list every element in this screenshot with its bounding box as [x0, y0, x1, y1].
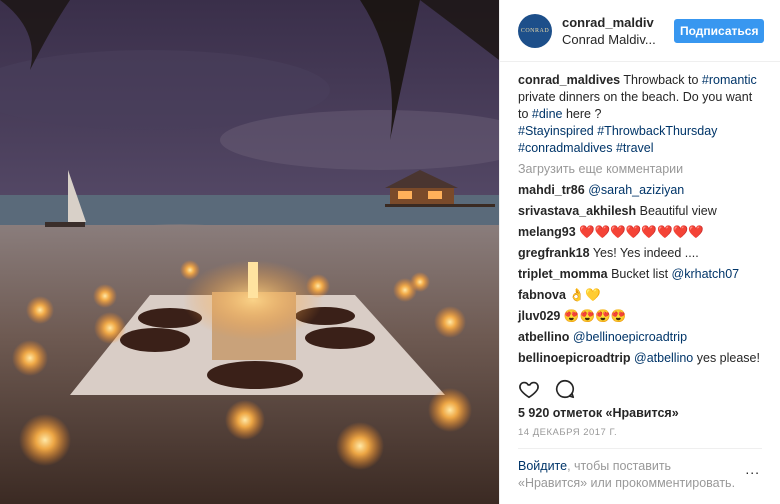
divider	[518, 448, 762, 449]
comment-text: Beautiful view	[639, 204, 717, 218]
comment-username[interactable]: gregfrank18	[518, 246, 590, 260]
avatar[interactable]: CONRAD	[518, 13, 552, 48]
hashtag-throwbackthursday[interactable]: #ThrowbackThursday	[597, 124, 717, 138]
follow-button[interactable]: Подписаться	[674, 18, 765, 43]
comment-icon[interactable]	[554, 378, 576, 405]
hashtag-conradmaldives[interactable]: #conradmaldives	[518, 141, 613, 155]
caption: conrad_maldives Throwback to #romantic p…	[518, 72, 762, 157]
comment: gregfrank18 Yes! Yes indeed ....	[518, 245, 762, 262]
post: CONRAD conrad_maldiv Conrad Maldiv... По…	[0, 0, 780, 504]
comment: melang93 ❤️❤️❤️❤️❤️❤️❤️❤️	[518, 224, 762, 241]
heart-icon[interactable]	[518, 378, 540, 405]
caption-username[interactable]: conrad_maldives	[518, 73, 620, 87]
comment-username[interactable]: jluv029	[518, 309, 560, 323]
comment-username[interactable]: triplet_momma	[518, 267, 608, 281]
comment: fabnova 👌💛	[518, 287, 762, 304]
hashtag-dine[interactable]: #dine	[532, 107, 563, 121]
caption-text-3: here ?	[562, 107, 602, 121]
comment-username[interactable]: bellinoepicroadtrip	[518, 351, 631, 365]
comment-username[interactable]: fabnova	[518, 288, 566, 302]
author-username[interactable]: conrad_maldiv	[562, 14, 662, 31]
action-bar	[518, 378, 576, 405]
comment-text: 😍😍😍😍	[563, 309, 627, 323]
comment: atbellino @bellinoepicroadtrip	[518, 329, 762, 346]
caption-text-1: Throwback to	[620, 73, 702, 87]
hashtag-stayinspired[interactable]: #Stayinspired	[518, 124, 594, 138]
comment: srivastava_akhilesh Beautiful view	[518, 203, 762, 220]
beach-dinner-image	[0, 0, 499, 504]
comment-text: Bucket list	[611, 267, 672, 281]
likes-count[interactable]: 5 920 отметок «Нравится»	[518, 406, 679, 420]
login-prompt: Войдите, чтобы поставить «Нравится» или …	[518, 458, 738, 492]
comments-area: conrad_maldives Throwback to #romantic p…	[500, 62, 780, 367]
post-photo[interactable]	[0, 0, 499, 504]
load-more-comments[interactable]: Загрузить еще комментарии	[518, 161, 762, 178]
comment-text: yes please!	[693, 351, 760, 365]
comment-text: 👌💛	[569, 288, 601, 302]
comment-text: ❤️❤️❤️❤️❤️❤️❤️❤️	[579, 225, 704, 239]
comment-text: Yes! Yes indeed ....	[592, 246, 699, 260]
hashtag-travel[interactable]: #travel	[616, 141, 654, 155]
login-link[interactable]: Войдите	[518, 459, 567, 473]
comment-mention[interactable]: @krhatch07	[672, 267, 740, 281]
comment: mahdi_tr86 @sarah_aziziyan	[518, 182, 762, 199]
comment-username[interactable]: mahdi_tr86	[518, 183, 585, 197]
comment-mention[interactable]: @atbellino	[634, 351, 693, 365]
comment: bellinoepicroadtrip @atbellino yes pleas…	[518, 350, 762, 367]
more-icon[interactable]: ...	[745, 461, 760, 477]
comment-username[interactable]: srivastava_akhilesh	[518, 204, 636, 218]
comment: jluv029 😍😍😍😍	[518, 308, 762, 325]
post-sidebar: CONRAD conrad_maldiv Conrad Maldiv... По…	[499, 0, 780, 504]
comment: triplet_momma Bucket list @krhatch07	[518, 266, 762, 283]
hashtag-romantic[interactable]: #romantic	[702, 73, 757, 87]
comment-mention[interactable]: @sarah_aziziyan	[588, 183, 684, 197]
post-header: CONRAD conrad_maldiv Conrad Maldiv... По…	[500, 0, 780, 62]
comment-username[interactable]: atbellino	[518, 330, 569, 344]
comment-mention[interactable]: @bellinoepicroadtrip	[573, 330, 687, 344]
post-date: 14 ДЕКАБРЯ 2017 Г.	[518, 427, 618, 438]
post-location[interactable]: Conrad Maldiv...	[562, 31, 662, 48]
comment-username[interactable]: melang93	[518, 225, 576, 239]
author-info: conrad_maldiv Conrad Maldiv...	[562, 14, 662, 48]
